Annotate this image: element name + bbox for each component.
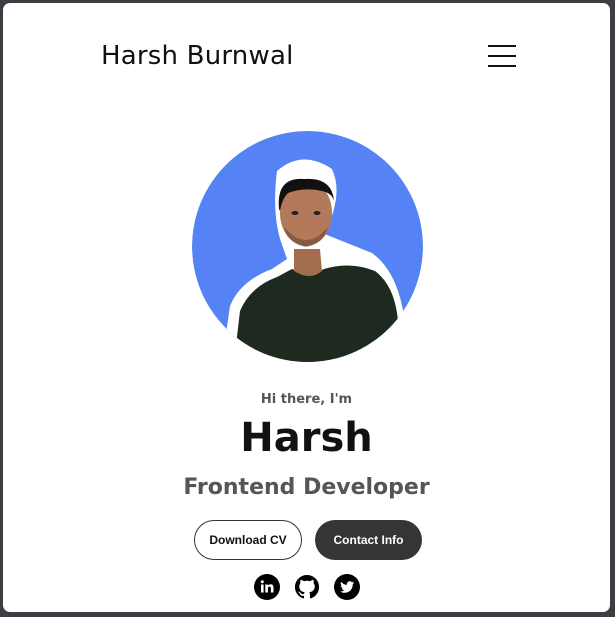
download-cv-button[interactable]: Download CV [194, 520, 302, 560]
page-frame: Harsh Burnwal Hi there, I'm Harsh Fronte… [3, 3, 610, 612]
site-logo[interactable]: Harsh Burnwal [101, 41, 294, 71]
contact-info-button[interactable]: Contact Info [315, 520, 422, 560]
twitter-icon[interactable] [333, 574, 360, 600]
profile-name: Harsh [240, 415, 373, 461]
linkedin-icon[interactable] [253, 574, 280, 600]
greeting-text: Hi there, I'm [260, 392, 353, 407]
hamburger-menu-icon[interactable] [488, 43, 516, 69]
github-icon[interactable] [293, 574, 320, 600]
profile-title: Frontend Developer [183, 475, 430, 500]
social-links [3, 574, 610, 600]
profile-avatar [192, 131, 423, 362]
